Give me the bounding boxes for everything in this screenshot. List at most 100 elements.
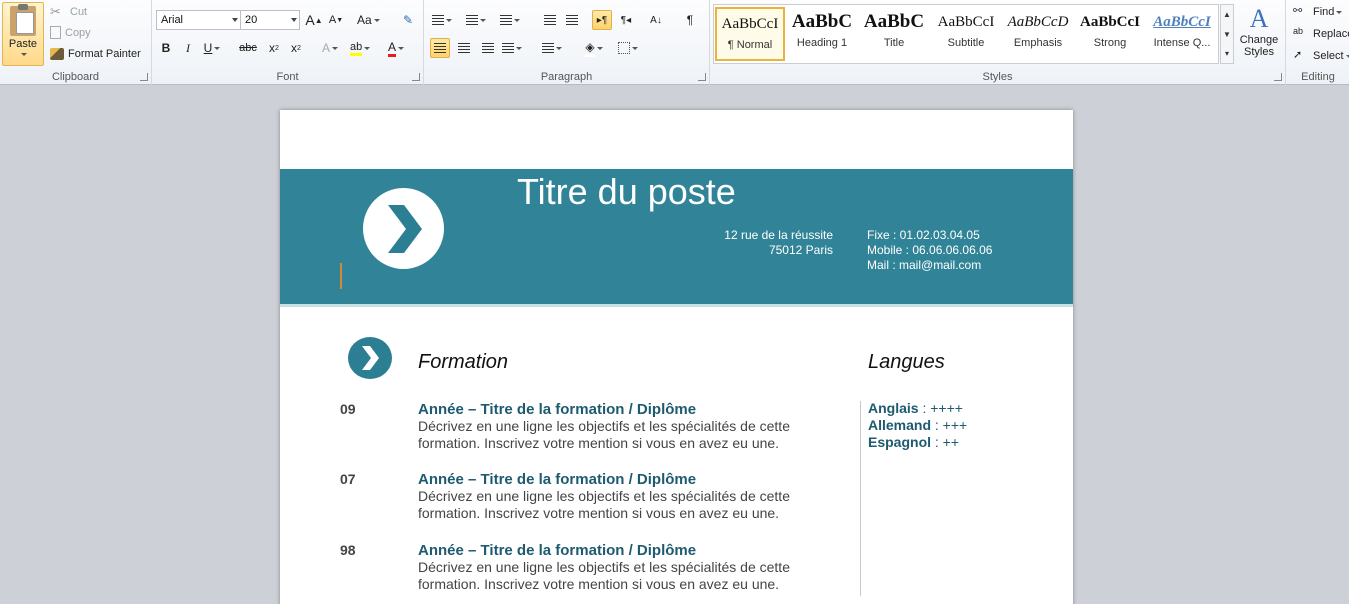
bullets-button[interactable] bbox=[432, 10, 452, 30]
decrease-indent-button[interactable] bbox=[540, 10, 560, 30]
style-sample: AaBbCcI bbox=[1153, 14, 1211, 30]
change-case-icon: Aa bbox=[357, 13, 372, 27]
chevron-down-icon bbox=[332, 46, 338, 50]
entry-year: 98 bbox=[340, 542, 356, 558]
shrink-font-button[interactable]: A ▼ bbox=[326, 10, 346, 30]
entry-desc-line2: formation. Inscrivez votre mention si vo… bbox=[418, 435, 780, 451]
chevron-down-icon bbox=[398, 46, 404, 50]
line-spacing-button[interactable] bbox=[542, 38, 562, 58]
address-street: 12 rue de la réussite bbox=[724, 228, 833, 242]
subscript-button[interactable]: x2 bbox=[264, 38, 284, 58]
align-right-button[interactable] bbox=[478, 38, 498, 58]
replace-button[interactable]: ab Replace bbox=[1293, 26, 1349, 42]
change-styles-button[interactable]: A Change Styles bbox=[1237, 4, 1281, 58]
contact-info: Fixe : 01.02.03.04.05 Mobile : 06.06.06.… bbox=[867, 228, 992, 273]
language-name: Allemand bbox=[868, 417, 932, 433]
italic-button[interactable]: I bbox=[178, 38, 198, 58]
entry-desc-line2: formation. Inscrivez votre mention si vo… bbox=[418, 576, 780, 592]
styles-gallery-scroller[interactable]: ▲ ▼ ▾ bbox=[1220, 4, 1234, 64]
show-formatting-button[interactable]: ¶ bbox=[680, 10, 700, 30]
style-strong[interactable]: AaBbCcI Strong bbox=[1075, 7, 1145, 61]
superscript-button[interactable]: x2 bbox=[286, 38, 306, 58]
paragraph-launcher-icon[interactable] bbox=[698, 73, 706, 81]
chevron-down-icon bbox=[291, 18, 297, 22]
font-family-select[interactable]: Arial bbox=[156, 10, 241, 30]
line-spacing-icon bbox=[542, 43, 554, 53]
style-name: Emphasis bbox=[1013, 37, 1063, 49]
scissors-icon: ✂ bbox=[50, 4, 61, 19]
multilevel-list-button[interactable] bbox=[500, 10, 520, 30]
style-sample: AaBbCcI bbox=[721, 16, 779, 32]
clear-formatting-button[interactable]: ✎ bbox=[398, 10, 418, 30]
format-painter-button[interactable]: Format Painter bbox=[50, 48, 141, 60]
copy-button[interactable]: Copy bbox=[50, 26, 91, 39]
chevron-right-icon bbox=[362, 346, 379, 370]
language-level: : ++++ bbox=[918, 400, 963, 416]
font-group: Arial 20 A ▲ A ▼ Aa ✎ B I U abc x2 x2 A ab… bbox=[152, 0, 424, 85]
shrink-font-icon: A bbox=[328, 14, 337, 26]
chevron-down-icon bbox=[364, 46, 371, 50]
text-cursor bbox=[340, 263, 342, 289]
highlight-button[interactable]: ab bbox=[350, 38, 371, 58]
more-styles-icon[interactable]: ▾ bbox=[1221, 45, 1233, 63]
language-level: : ++ bbox=[931, 434, 960, 450]
highlighter-icon: ab bbox=[350, 41, 363, 56]
entry-title: Année – Titre de la formation / Diplôme bbox=[418, 471, 697, 488]
style-heading-1[interactable]: AaBbC Heading 1 bbox=[787, 7, 857, 61]
formation-entry: Année – Titre de la formation / Diplôme … bbox=[418, 542, 838, 593]
binoculars-icon: ⚯ bbox=[1293, 5, 1303, 17]
font-size-select[interactable]: 20 bbox=[240, 10, 300, 30]
font-color-button[interactable]: A bbox=[386, 38, 406, 58]
change-case-button[interactable]: Aa bbox=[357, 10, 380, 30]
pilcrow-icon: ¶ bbox=[686, 13, 694, 27]
select-button[interactable]: ➚ Select bbox=[1293, 48, 1349, 64]
increase-indent-button[interactable] bbox=[562, 10, 582, 30]
style-normal[interactable]: AaBbCcI ¶ Normal bbox=[715, 7, 785, 61]
paste-button[interactable]: Paste bbox=[2, 2, 44, 66]
document-page[interactable]: Titre du poste 12 rue de la réussite 750… bbox=[280, 110, 1073, 604]
rtl-icon: ¶◂ bbox=[620, 14, 632, 26]
style-intense-quote[interactable]: AaBbCcI Intense Q... bbox=[1147, 7, 1217, 61]
numbering-button[interactable] bbox=[466, 10, 486, 30]
font-size-value: 20 bbox=[245, 14, 258, 26]
style-title[interactable]: AaBbC Title bbox=[859, 7, 929, 61]
header-banner: Titre du poste 12 rue de la réussite 750… bbox=[280, 169, 1073, 307]
bold-icon: B bbox=[161, 41, 171, 55]
align-left-button[interactable] bbox=[430, 38, 450, 58]
sort-button[interactable]: A↓ bbox=[646, 10, 666, 30]
font-family-value: Arial bbox=[161, 14, 184, 26]
ltr-button[interactable]: ▸¶ bbox=[592, 10, 612, 30]
find-button[interactable]: ⚯ Find bbox=[1293, 4, 1343, 20]
bold-button[interactable]: B bbox=[156, 38, 176, 58]
text-effects-button[interactable]: A bbox=[320, 38, 340, 58]
font-color-icon: A bbox=[387, 40, 396, 57]
styles-group-label: Styles bbox=[982, 71, 1013, 83]
clipboard-group: Paste ✂ Cut Copy Format Painter Clipboar… bbox=[0, 0, 152, 85]
chevron-up-icon[interactable]: ▲ bbox=[1221, 5, 1233, 25]
formation-heading: Formation bbox=[418, 351, 509, 373]
align-center-button[interactable] bbox=[454, 38, 474, 58]
grow-font-button[interactable]: A ▲ bbox=[304, 10, 324, 30]
strikethrough-button[interactable]: abc bbox=[238, 38, 258, 58]
font-launcher-icon[interactable] bbox=[412, 73, 420, 81]
job-title: Titre du poste bbox=[517, 171, 736, 212]
borders-button[interactable] bbox=[618, 38, 638, 58]
editing-group-label: Editing bbox=[1301, 71, 1335, 83]
style-emphasis[interactable]: AaBbCcD Emphasis bbox=[1003, 7, 1073, 61]
rtl-button[interactable]: ¶◂ bbox=[616, 10, 636, 30]
chevron-down-icon[interactable]: ▼ bbox=[1221, 25, 1233, 45]
font-group-label: Font bbox=[276, 71, 299, 83]
styles-launcher-icon[interactable] bbox=[1274, 73, 1282, 81]
paste-label: Paste bbox=[8, 38, 38, 50]
decrease-indent-icon bbox=[544, 15, 556, 25]
clipboard-launcher-icon[interactable] bbox=[140, 73, 148, 81]
justify-button[interactable] bbox=[502, 38, 522, 58]
cut-button[interactable]: ✂ Cut bbox=[50, 4, 87, 20]
style-sample: AaBbCcI bbox=[937, 14, 995, 30]
change-styles-label: Change Styles bbox=[1239, 34, 1279, 58]
chevron-down-icon[interactable] bbox=[21, 53, 27, 56]
shading-button[interactable]: ◈ bbox=[584, 38, 604, 58]
style-subtitle[interactable]: AaBbCcI Subtitle bbox=[931, 7, 1001, 61]
underline-button[interactable]: U bbox=[202, 38, 222, 58]
numbering-icon bbox=[466, 15, 478, 25]
